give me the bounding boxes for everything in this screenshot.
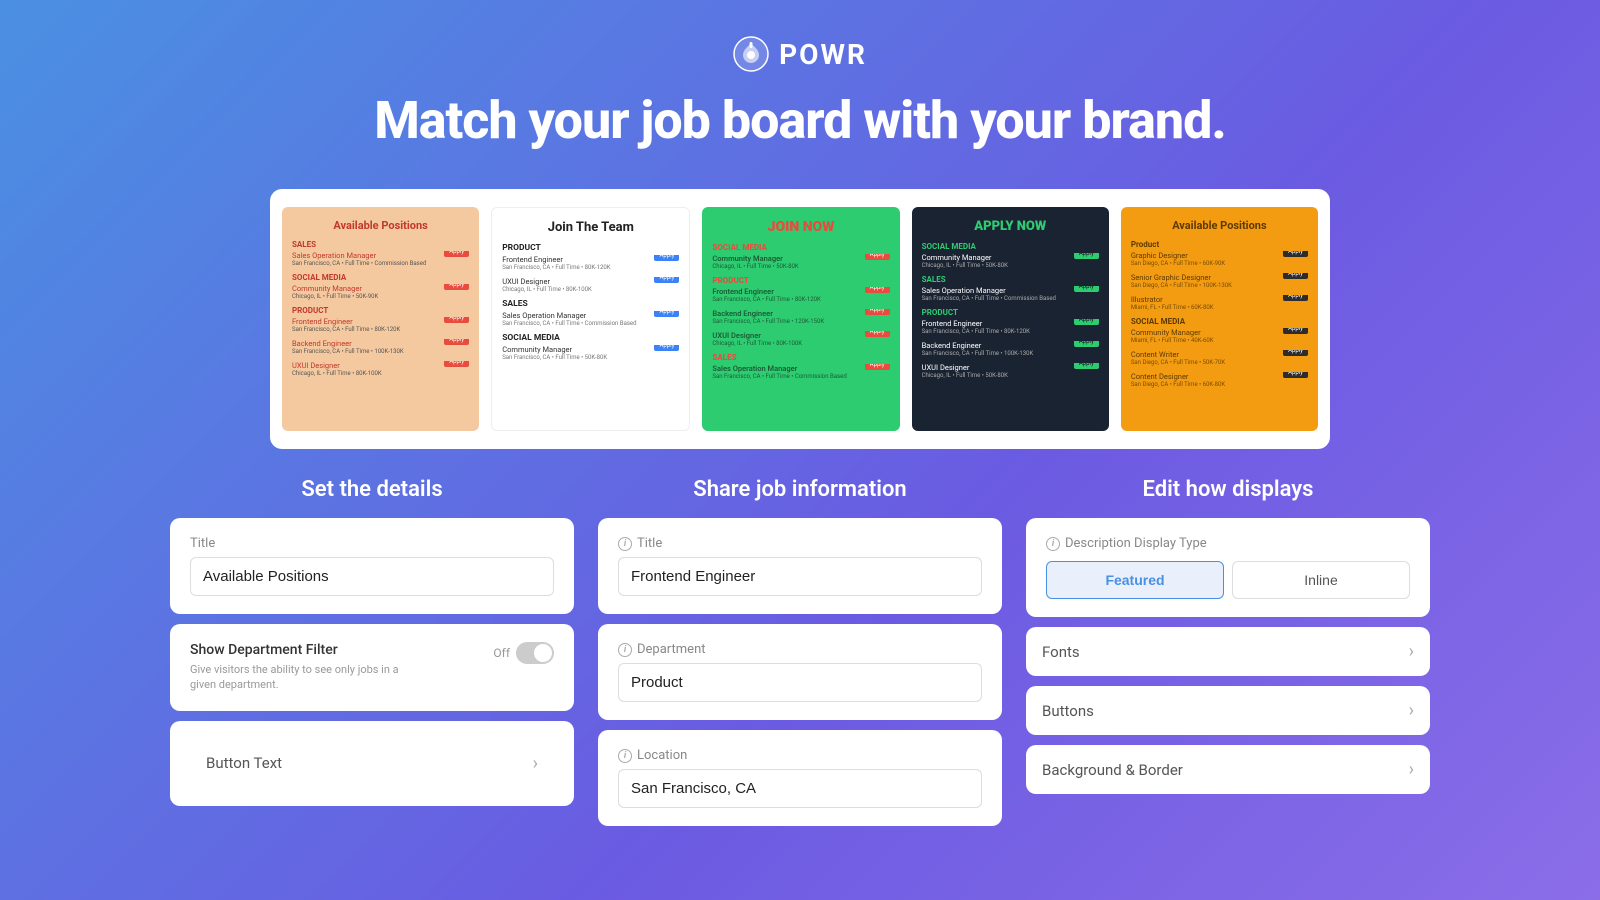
- department-filter-toggle[interactable]: [516, 642, 554, 664]
- buttons-row[interactable]: Buttons ›: [1026, 686, 1430, 735]
- fonts-row[interactable]: Fonts ›: [1026, 627, 1430, 676]
- header: POWR Match your job board with your bran…: [0, 0, 1600, 171]
- info-icon-loc: i: [618, 749, 632, 763]
- panel-1-title: Set the details: [170, 477, 574, 502]
- button-text-row[interactable]: Button Text ›: [190, 739, 554, 788]
- job-row: Frontend Engineer Apply San Francisco, C…: [502, 255, 679, 271]
- button-text-label: Button Text: [206, 754, 282, 772]
- job-row: Senior Graphic Designer Apply San Diego,…: [1131, 273, 1308, 289]
- job-row: Frontend Engineer Apply San Francisco, C…: [292, 317, 469, 333]
- job-title-card: i Title: [598, 518, 1002, 614]
- department-filter-label: Show Department Filter: [190, 642, 410, 658]
- powr-logo-icon: [733, 36, 769, 72]
- info-icon-desc: i: [1046, 537, 1060, 551]
- job-row: Backend Engineer Apply San Francisco, CA…: [292, 339, 469, 355]
- job-row: Graphic Designer Apply San Diego, CA • F…: [1131, 251, 1308, 267]
- job-row: UXUI Designer Apply Chicago, IL • Full T…: [292, 361, 469, 377]
- preview-card-dark: APPLY NOW SOCIAL MEDIA Community Manager…: [912, 207, 1109, 431]
- fonts-label: Fonts: [1042, 643, 1080, 661]
- buttons-card[interactable]: Buttons ›: [1026, 686, 1430, 735]
- job-row: Community Manager Apply San Francisco, C…: [502, 345, 679, 361]
- logo-text: POWR: [779, 38, 867, 71]
- job-title-label: Title: [637, 536, 662, 551]
- job-row: Sales Operation Manager Apply San Franci…: [712, 364, 889, 380]
- job-row: Backend Engineer Apply San Francisco, CA…: [922, 341, 1099, 357]
- location-card: i Location: [598, 730, 1002, 826]
- title-field-label: Title: [190, 536, 554, 551]
- preview-card-green: JOIN NOW SOCIAL MEDIA Community Manager …: [702, 207, 899, 431]
- fonts-card[interactable]: Fonts ›: [1026, 627, 1430, 676]
- panel-set-details: Set the details Title Show Department Fi…: [170, 477, 574, 836]
- preview-strip: Available Positions SALES Sales Operatio…: [270, 189, 1330, 449]
- panel-edit-display: Edit how displays i Description Display …: [1026, 477, 1430, 836]
- title-input[interactable]: [190, 557, 554, 596]
- bottom-section: Set the details Title Show Department Fi…: [170, 467, 1430, 846]
- desc-type-label: Description Display Type: [1065, 536, 1207, 551]
- department-label: Department: [637, 642, 706, 657]
- panel-3-title: Edit how displays: [1026, 477, 1430, 502]
- job-row: Frontend Engineer Apply San Francisco, C…: [922, 319, 1099, 335]
- job-row: Sales Operation Manager Apply San Franci…: [292, 251, 469, 267]
- job-row: Community Manager Apply Chicago, IL • Fu…: [712, 254, 889, 270]
- desc-type-card: i Description Display Type Featured Inli…: [1026, 518, 1430, 617]
- job-row: Community Manager Apply Chicago, IL • Fu…: [922, 253, 1099, 269]
- job-row: Sales Operation Manager Apply San Franci…: [502, 311, 679, 327]
- logo: POWR: [0, 36, 1600, 72]
- panel-share-info: Share job information i Title i Departme…: [598, 477, 1002, 836]
- chevron-right-icon-fonts: ›: [1409, 641, 1414, 662]
- panel-2-title: Share job information: [598, 477, 1002, 502]
- job-row: UXUI Designer Apply Chicago, IL • Full T…: [712, 331, 889, 347]
- headline: Match your job board with your brand.: [0, 90, 1600, 151]
- chevron-right-icon: ›: [533, 753, 538, 774]
- location-label: Location: [637, 748, 687, 763]
- inline-button[interactable]: Inline: [1232, 561, 1410, 599]
- background-border-label: Background & Border: [1042, 761, 1183, 779]
- desc-type-buttons: Featured Inline: [1046, 561, 1410, 599]
- buttons-label: Buttons: [1042, 702, 1094, 720]
- background-border-card[interactable]: Background & Border ›: [1026, 745, 1430, 794]
- card-1-title: Available Positions: [292, 219, 469, 232]
- job-row: Content Designer Apply San Diego, CA • F…: [1131, 372, 1308, 388]
- job-row: Community Manager Apply Chicago, IL • Fu…: [292, 284, 469, 300]
- button-text-card[interactable]: Button Text ›: [170, 721, 574, 806]
- preview-card-salmon: Available Positions SALES Sales Operatio…: [282, 207, 479, 431]
- toggle-state-label: Off: [493, 646, 510, 660]
- chevron-right-icon-buttons: ›: [1409, 700, 1414, 721]
- preview-card-yellow: Available Positions Product Graphic Desi…: [1121, 207, 1318, 431]
- location-input[interactable]: [618, 769, 982, 808]
- job-row: Frontend Engineer Apply San Francisco, C…: [712, 287, 889, 303]
- job-row: UXUI Designer Apply Chicago, IL • Full T…: [502, 277, 679, 293]
- job-row: Community Manager Apply Miami, FL • Full…: [1131, 328, 1308, 344]
- job-row: Backend Engineer Apply San Francisco, CA…: [712, 309, 889, 325]
- job-row: Illustrator Apply Miami, FL • Full Time …: [1131, 295, 1308, 311]
- job-title-input[interactable]: [618, 557, 982, 596]
- department-filter-card: Show Department Filter Give visitors the…: [170, 624, 574, 711]
- info-icon-title: i: [618, 537, 632, 551]
- background-border-row[interactable]: Background & Border ›: [1026, 745, 1430, 794]
- preview-card-white: Join The Team PRODUCT Frontend Engineer …: [491, 207, 690, 431]
- job-row: UXUI Designer Apply Chicago, IL • Full T…: [922, 363, 1099, 379]
- chevron-right-icon-bg: ›: [1409, 759, 1414, 780]
- featured-button[interactable]: Featured: [1046, 561, 1224, 599]
- job-row: Sales Operation Manager Apply San Franci…: [922, 286, 1099, 302]
- job-row: Content Writer Apply San Diego, CA • Ful…: [1131, 350, 1308, 366]
- department-filter-desc: Give visitors the ability to see only jo…: [190, 662, 410, 693]
- info-icon-dept: i: [618, 643, 632, 657]
- department-card: i Department: [598, 624, 1002, 720]
- title-card: Title: [170, 518, 574, 614]
- department-input[interactable]: [618, 663, 982, 702]
